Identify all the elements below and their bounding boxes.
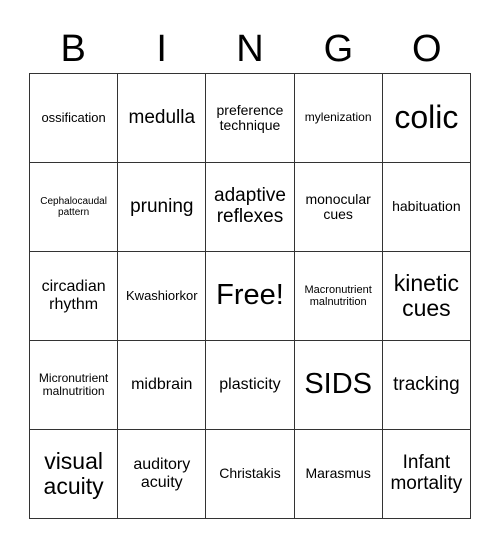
bingo-cell[interactable]: pruning — [117, 162, 207, 252]
bingo-cell[interactable]: circadian rhythm — [28, 251, 119, 341]
bingo-cell[interactable]: ossification — [28, 73, 119, 163]
grid-row: circadian rhythm Kwashiorkor Free! Macro… — [28, 251, 472, 341]
header-letter-i: I — [156, 28, 167, 70]
free-space-cell[interactable]: Free! — [205, 251, 295, 341]
bingo-cell[interactable]: SIDS — [293, 340, 383, 430]
bingo-cell[interactable]: plasticity — [205, 340, 295, 430]
bingo-cell[interactable]: auditory acuity — [117, 429, 207, 519]
bingo-cell[interactable]: Macronutrient malnutrition — [293, 251, 383, 341]
bingo-cell[interactable]: medulla — [117, 73, 207, 163]
bingo-cell[interactable]: adaptive reflexes — [205, 162, 295, 252]
bingo-cell[interactable]: habituation — [381, 162, 472, 252]
bingo-cell[interactable]: monocular cues — [293, 162, 383, 252]
bingo-cell[interactable]: tracking — [381, 340, 472, 430]
bingo-cell[interactable]: mylenization — [293, 73, 383, 163]
bingo-header: B I N G O — [29, 26, 471, 72]
grid-row: visual acuity auditory acuity Christakis… — [28, 429, 472, 519]
bingo-cell[interactable]: Marasmus — [293, 429, 383, 519]
bingo-cell[interactable]: midbrain — [117, 340, 207, 430]
bingo-cell[interactable]: colic — [381, 73, 472, 163]
bingo-cell[interactable]: Christakis — [205, 429, 295, 519]
bingo-cell[interactable]: visual acuity — [28, 429, 119, 519]
bingo-grid: ossification medulla preference techniqu… — [28, 73, 472, 519]
bingo-cell[interactable]: Micronutrient malnutrition — [28, 340, 119, 430]
bingo-cell[interactable]: Infant mortality — [381, 429, 472, 519]
bingo-cell[interactable]: Cephalocaudal pattern — [28, 162, 119, 252]
bingo-cell[interactable]: Kwashiorkor — [117, 251, 207, 341]
header-letter-o: O — [412, 28, 442, 70]
grid-row: ossification medulla preference techniqu… — [28, 73, 472, 163]
grid-row: Micronutrient malnutrition midbrain plas… — [28, 340, 472, 430]
header-letter-g: G — [323, 28, 354, 70]
header-letter-n: N — [236, 28, 264, 70]
header-letter-b: B — [60, 28, 86, 70]
bingo-cell[interactable]: preference technique — [205, 73, 295, 163]
grid-row: Cephalocaudal pattern pruning adaptive r… — [28, 162, 472, 252]
bingo-cell[interactable]: kinetic cues — [381, 251, 472, 341]
